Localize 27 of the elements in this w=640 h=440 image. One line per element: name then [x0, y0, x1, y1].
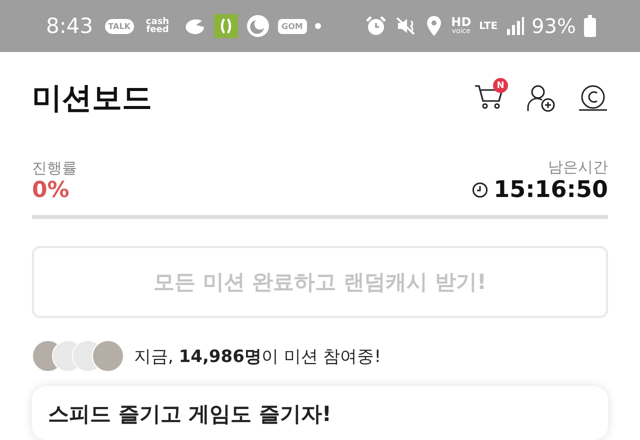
coin-icon[interactable]: [578, 85, 608, 111]
new-badge: N: [493, 78, 508, 93]
moon-icon: [246, 14, 270, 38]
card-title: 스피드 즐기고 게임도 즐기자!: [48, 401, 333, 428]
parentheses-icon: [218, 17, 232, 35]
photo-placeholder: [92, 340, 124, 372]
signal-icon: [506, 17, 524, 35]
location-pin-icon: [425, 15, 444, 37]
progress-label: 진행률: [32, 159, 77, 178]
progress-value: 0%: [32, 178, 70, 203]
dot-icon: [314, 23, 321, 29]
notification-logo: cash feed: [144, 16, 170, 37]
battery-percent: 93%: [532, 14, 576, 38]
participants-text: 지금, 14,986명이 미션 참여중!: [134, 346, 382, 368]
page-title: 미션보드: [32, 80, 153, 118]
battery-icon: [584, 15, 596, 37]
mute-icon: [395, 15, 418, 37]
countdown-timer: 15:16:50: [494, 177, 608, 203]
cart-icon[interactable]: [474, 83, 504, 109]
clock-icon: [472, 182, 488, 198]
add-person-icon[interactable]: [526, 84, 556, 112]
status-time: 8:43: [46, 14, 94, 38]
time-left-label: 남은시간: [547, 158, 608, 177]
network-type: LTE: [479, 20, 498, 32]
app-logo: GOM: [278, 18, 307, 34]
alarm-clock-icon: [365, 15, 388, 37]
chat-bubble-icon: TALK: [105, 18, 134, 34]
